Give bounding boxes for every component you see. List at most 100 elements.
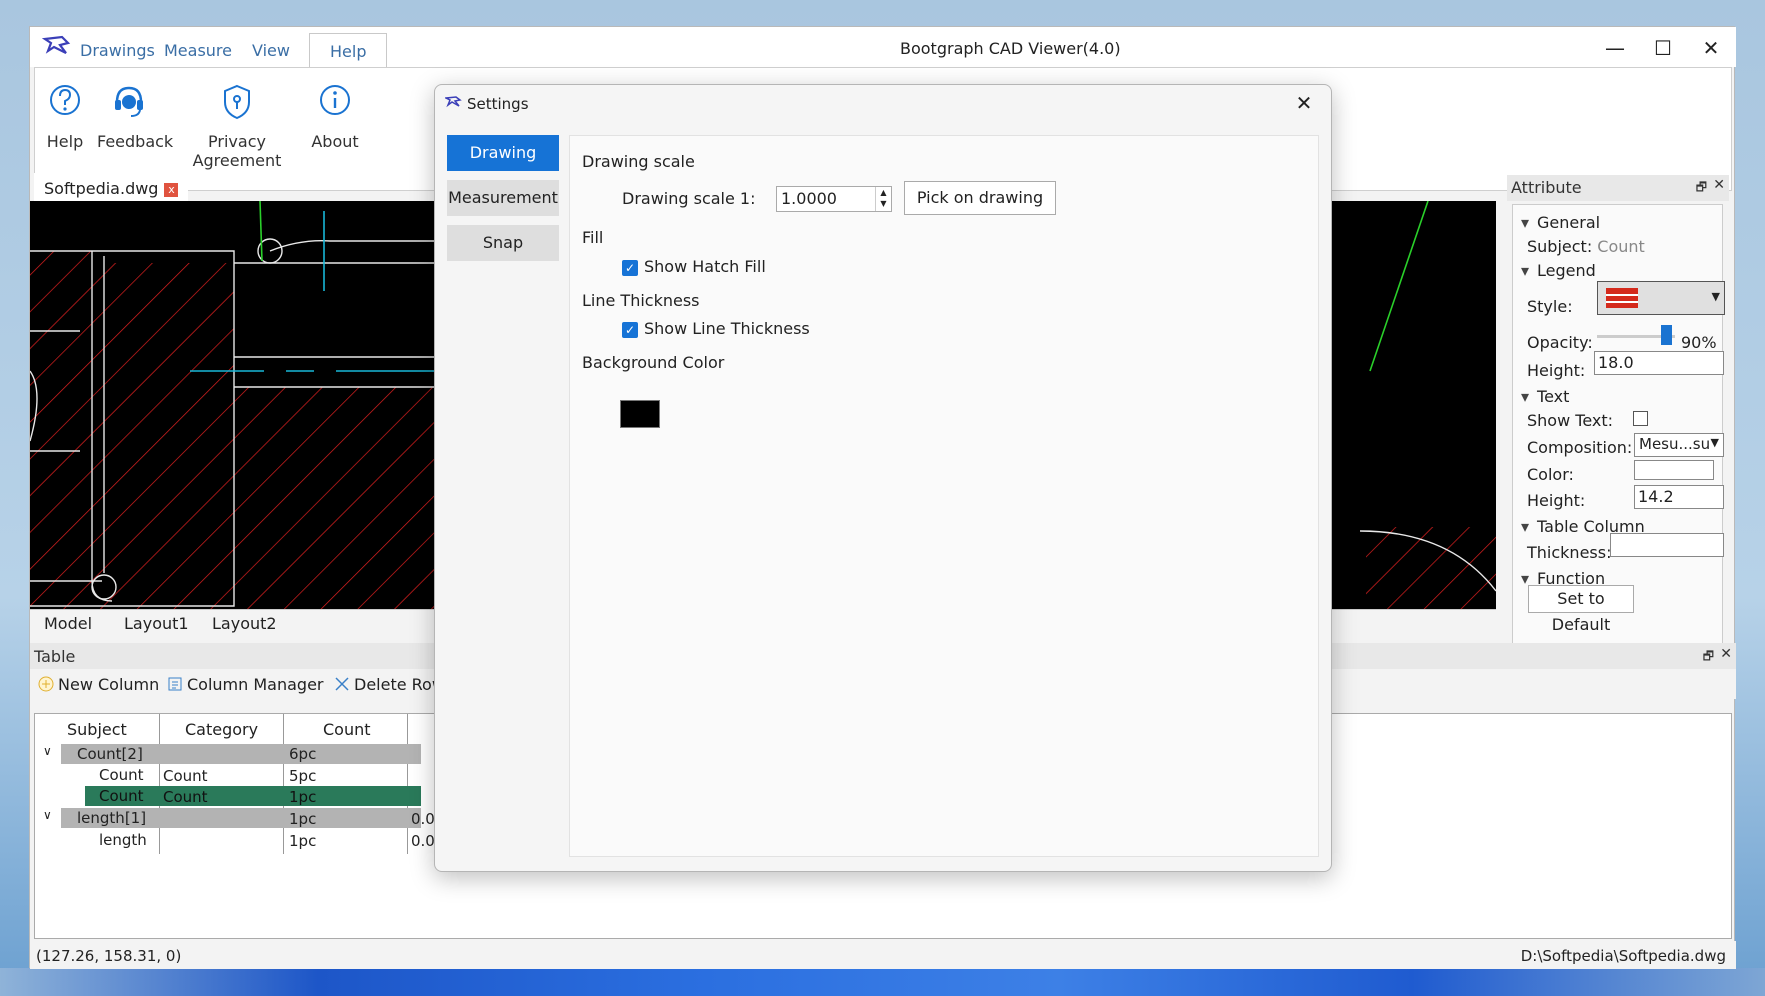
column-header-count[interactable]: Count [323, 720, 371, 739]
close-panel-icon[interactable]: ✕ [1713, 177, 1725, 193]
opacity-value: 90% [1681, 333, 1717, 352]
attribute-panel-header: Attribute 🗗 ✕ [1507, 175, 1729, 201]
show-line-thickness-checkbox[interactable]: ✓ [622, 322, 638, 338]
row-subject: length [99, 831, 147, 849]
dialog-title: Settings [467, 95, 529, 113]
menu-tab-help[interactable]: Help [309, 33, 388, 69]
text-height-field[interactable]: 14.2 [1634, 485, 1724, 509]
thickness-label: Thickness: [1527, 543, 1612, 562]
set-to-default-button[interactable]: Set to Default [1528, 585, 1634, 634]
delete-row-label: Delete Row [354, 675, 445, 694]
column-header-category[interactable]: Category [185, 720, 258, 739]
opacity-slider-thumb[interactable] [1661, 325, 1673, 345]
app-logo-icon [445, 96, 462, 108]
section-text[interactable]: Text [1521, 387, 1569, 406]
show-hatch-fill-label: Show Hatch Fill [644, 257, 766, 276]
layout-tab-layout1[interactable]: Layout1 [124, 614, 189, 633]
privacy-agreement-button[interactable]: Privacy Agreement [173, 80, 301, 170]
legend-height-label: Height: [1527, 361, 1586, 380]
row-category: Count [163, 767, 208, 785]
float-panel-icon[interactable]: 🗗 [1703, 647, 1714, 668]
delete-row-button[interactable]: Delete Row [334, 675, 445, 694]
subject-value: Count [1597, 237, 1645, 256]
show-text-checkbox[interactable] [1633, 411, 1648, 426]
info-icon [320, 85, 350, 115]
column-manager-label: Column Manager [187, 675, 324, 694]
help-button[interactable]: Help [43, 80, 87, 151]
question-icon [50, 85, 80, 115]
text-height-label: Height: [1527, 491, 1586, 510]
composition-dropdown[interactable]: Mesu...su ▼ [1634, 433, 1724, 457]
document-tab[interactable]: Softpedia.dwg x [34, 173, 189, 203]
opacity-label: Opacity: [1527, 333, 1593, 352]
layout-tab-model[interactable]: Model [44, 614, 92, 633]
new-column-label: New Column [58, 675, 160, 694]
subject-row: Subject: Count [1527, 237, 1645, 256]
collapse-icon[interactable]: ∨ [43, 744, 52, 758]
section-legend[interactable]: Legend [1521, 261, 1596, 280]
menu-tab-drawings[interactable]: Drawings [80, 41, 155, 60]
title-bar: Drawings Measure View Help Bootgraph CAD… [30, 27, 1736, 69]
close-panel-icon[interactable]: ✕ [1720, 646, 1732, 662]
row-count: 1pc [289, 810, 317, 828]
shield-icon [224, 84, 250, 120]
row-count: 1pc [289, 788, 317, 806]
settings-tab-snap[interactable]: Snap [447, 225, 559, 261]
legend-style-dropdown[interactable]: ▼ [1597, 281, 1725, 315]
minimize-button[interactable]: — [1595, 33, 1635, 63]
close-window-button[interactable]: ✕ [1691, 33, 1731, 63]
help-button-label: Help [46, 132, 84, 151]
row-count: 5pc [289, 767, 317, 785]
menu-tab-view[interactable]: View [252, 41, 290, 60]
show-text-label: Show Text: [1527, 411, 1614, 430]
status-bar: (127.26, 158.31, 0) D:\Softpedia\Softped… [30, 941, 1736, 969]
dialog-close-button[interactable]: ✕ [1289, 89, 1319, 117]
list-icon [168, 677, 182, 691]
about-button[interactable]: About [311, 80, 359, 151]
show-hatch-fill-checkbox[interactable]: ✓ [622, 260, 638, 276]
new-column-button[interactable]: New Column [38, 675, 159, 694]
drawing-scale-input[interactable]: 1.0000 ▲ ▼ [776, 186, 892, 212]
background-color-header: Background Color [582, 353, 725, 372]
chevron-down-icon: ▼ [1710, 436, 1719, 449]
dialog-title-bar: Settings [445, 95, 529, 113]
drawing-scale-value: 1.0000 [781, 189, 837, 208]
row-extra: 0.0 [411, 832, 435, 850]
background-color-swatch[interactable] [620, 400, 660, 428]
add-icon [38, 676, 54, 692]
section-general[interactable]: General [1521, 213, 1600, 232]
spin-arrows-icon[interactable]: ▲ ▼ [875, 187, 891, 211]
show-line-thickness-label: Show Line Thickness [644, 319, 810, 338]
layout-tab-layout2[interactable]: Layout2 [212, 614, 277, 633]
column-manager-button[interactable]: Column Manager [167, 675, 324, 694]
subject-label: Subject: [1527, 237, 1593, 256]
desktop-taskbar-area [0, 968, 1765, 996]
text-color-field[interactable] [1634, 460, 1714, 480]
app-title: Bootgraph CAD Viewer(4.0) [900, 39, 1121, 58]
collapse-icon[interactable]: ∨ [43, 808, 52, 822]
feedback-button[interactable]: Feedback [97, 80, 173, 151]
maximize-button[interactable]: ☐ [1643, 33, 1683, 63]
settings-tab-measurement[interactable]: Measurement [447, 180, 559, 216]
table-panel-title: Table [34, 647, 76, 666]
column-divider [159, 714, 160, 854]
line-thickness-header: Line Thickness [582, 291, 700, 310]
float-panel-icon[interactable]: 🗗 [1696, 178, 1707, 199]
thickness-field[interactable] [1610, 533, 1724, 557]
column-header-subject[interactable]: Subject [67, 720, 127, 739]
pick-on-drawing-button[interactable]: Pick on drawing [904, 181, 1056, 215]
row-subject: Count[2] [77, 745, 143, 763]
delete-icon [335, 677, 349, 691]
style-label: Style: [1527, 297, 1573, 316]
settings-tab-drawing[interactable]: Drawing [447, 135, 559, 171]
column-divider [407, 714, 408, 854]
legend-height-field[interactable]: 18.0 [1594, 351, 1724, 375]
row-extra: 0.0 [411, 810, 435, 828]
close-tab-icon[interactable]: x [164, 183, 179, 197]
fill-header: Fill [582, 228, 604, 247]
drawing-settings-panel: Drawing scale Drawing scale 1: 1.0000 ▲ ▼… [569, 135, 1319, 857]
chevron-down-icon: ▼ [1711, 290, 1720, 303]
document-tab-label: Softpedia.dwg [44, 179, 159, 198]
brick-pattern-icon [1606, 288, 1638, 308]
menu-tab-measure[interactable]: Measure [164, 41, 232, 60]
